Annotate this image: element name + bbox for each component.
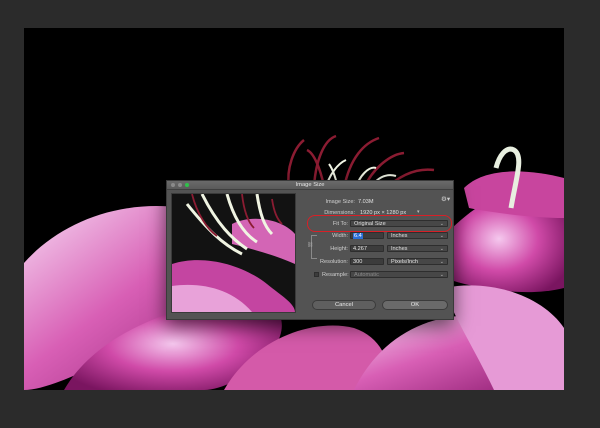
dialog-titlebar: Image Size (167, 181, 453, 190)
width-unit-select[interactable]: Inches ⌄ (387, 232, 448, 239)
gear-icon[interactable]: ⚙▾ (441, 195, 450, 203)
link-icon[interactable]: ⛓ (307, 242, 313, 248)
chevron-down-icon: ⌄ (439, 272, 444, 278)
width-value: 6.4 (353, 233, 363, 239)
resolution-input[interactable]: 300 (350, 258, 384, 265)
chevron-down-icon: ⌄ (439, 246, 444, 252)
annotation-highlight-ring (307, 215, 452, 232)
chevron-down-icon: ⌄ (439, 259, 444, 265)
resample-value: Automatic (354, 272, 379, 278)
resolution-unit: Pixels/Inch (391, 259, 419, 265)
image-preview[interactable] (171, 193, 296, 313)
image-size-dialog: Image Size ⚙▾ Image Size: 7.03M Dimensio… (166, 180, 454, 320)
image-size-value: 7.03M (358, 199, 374, 205)
ok-button[interactable]: OK (382, 300, 448, 310)
width-input[interactable]: 6.4 (350, 232, 384, 239)
resample-checkbox[interactable] (314, 272, 319, 277)
width-label: Width: (332, 233, 348, 239)
cancel-button[interactable]: Cancel (312, 300, 376, 310)
resolution-unit-select[interactable]: Pixels/Inch ⌄ (387, 258, 448, 265)
height-unit-select[interactable]: Inches ⌄ (387, 245, 448, 252)
width-unit: Inches (391, 233, 408, 239)
preview-thumbnail (172, 194, 295, 312)
dialog-title: Image Size (295, 182, 325, 189)
resample-label: Resample: (322, 272, 349, 278)
image-size-label: Image Size: (325, 199, 355, 205)
chevron-down-icon: ⌄ (439, 233, 444, 239)
resolution-label: Resolution: (320, 259, 348, 265)
height-label: Height: (330, 246, 348, 252)
height-unit: Inches (391, 246, 408, 252)
height-input[interactable]: 4.267 (350, 245, 384, 252)
resample-select[interactable]: Automatic ⌄ (350, 271, 448, 278)
